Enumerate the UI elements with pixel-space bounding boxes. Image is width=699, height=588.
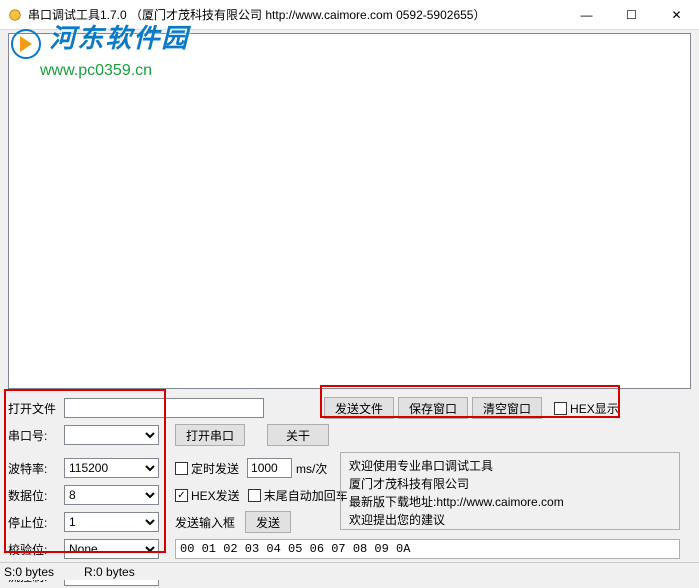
minimize-button[interactable]: — — [564, 0, 609, 29]
hex-display-box[interactable] — [554, 402, 567, 415]
maximize-button[interactable]: ☐ — [609, 0, 654, 29]
append-crlf-checkbox[interactable]: 末尾自动加回车 — [248, 487, 348, 504]
send-data-input[interactable]: 00 01 02 03 04 05 06 07 08 09 0A — [175, 539, 680, 559]
window-title: 串口调试工具1.7.0 （厦门才茂科技有限公司 http://www.caimo… — [28, 6, 564, 23]
open-file-label: 打开文件 — [8, 400, 64, 417]
databits-select[interactable]: 8 — [64, 485, 159, 505]
timed-send-box[interactable] — [175, 462, 188, 475]
control-panel: 打开文件 发送文件 保存窗口 清空窗口 HEX显示 串口号: 打开串口 关干 波… — [0, 392, 699, 588]
info-line1: 欢迎使用专业串口调试工具 — [349, 457, 671, 475]
interval-unit-label: ms/次 — [296, 460, 327, 477]
info-line3: 最新版下载地址:http://www.caimore.com — [349, 493, 671, 511]
interval-input[interactable] — [247, 458, 292, 478]
databits-label: 数据位: — [8, 487, 64, 504]
save-window-button[interactable]: 保存窗口 — [398, 397, 468, 419]
app-icon — [8, 8, 22, 22]
status-bar: S:0 bytes R:0 bytes — [0, 562, 699, 580]
baud-label: 波特率: — [8, 460, 64, 477]
stopbits-label: 停止位: — [8, 514, 64, 531]
status-sent: S:0 bytes — [4, 565, 54, 579]
receive-textarea[interactable] — [8, 33, 691, 389]
hex-display-checkbox[interactable]: HEX显示 — [554, 400, 619, 417]
open-port-button[interactable]: 打开串口 — [175, 424, 245, 446]
port-select[interactable] — [64, 425, 159, 445]
port-label: 串口号: — [8, 427, 64, 444]
stopbits-select[interactable]: 1 — [64, 512, 159, 532]
hex-send-box[interactable]: ✓ — [175, 489, 188, 502]
about-button[interactable]: 关干 — [267, 424, 329, 446]
baud-select[interactable]: 115200 — [64, 458, 159, 478]
info-panel: 欢迎使用专业串口调试工具 厦门才茂科技有限公司 最新版下载地址:http://w… — [340, 452, 680, 530]
parity-select[interactable]: None — [64, 539, 159, 559]
title-bar: 串口调试工具1.7.0 （厦门才茂科技有限公司 http://www.caimo… — [0, 0, 699, 30]
close-button[interactable]: ✕ — [654, 0, 699, 29]
send-file-button[interactable]: 发送文件 — [324, 397, 394, 419]
send-button[interactable]: 发送 — [245, 511, 291, 533]
send-input-label: 发送输入框 — [175, 514, 235, 531]
clear-window-button[interactable]: 清空窗口 — [472, 397, 542, 419]
info-line2: 厦门才茂科技有限公司 — [349, 475, 671, 493]
info-line4: 欢迎提出您的建议 — [349, 511, 671, 529]
status-recv: R:0 bytes — [84, 565, 135, 579]
append-crlf-box[interactable] — [248, 489, 261, 502]
timed-send-checkbox[interactable]: 定时发送 — [175, 460, 239, 477]
file-path-input[interactable] — [64, 398, 264, 418]
hex-send-checkbox[interactable]: ✓ HEX发送 — [175, 487, 240, 504]
parity-label: 校验位: — [8, 541, 64, 558]
